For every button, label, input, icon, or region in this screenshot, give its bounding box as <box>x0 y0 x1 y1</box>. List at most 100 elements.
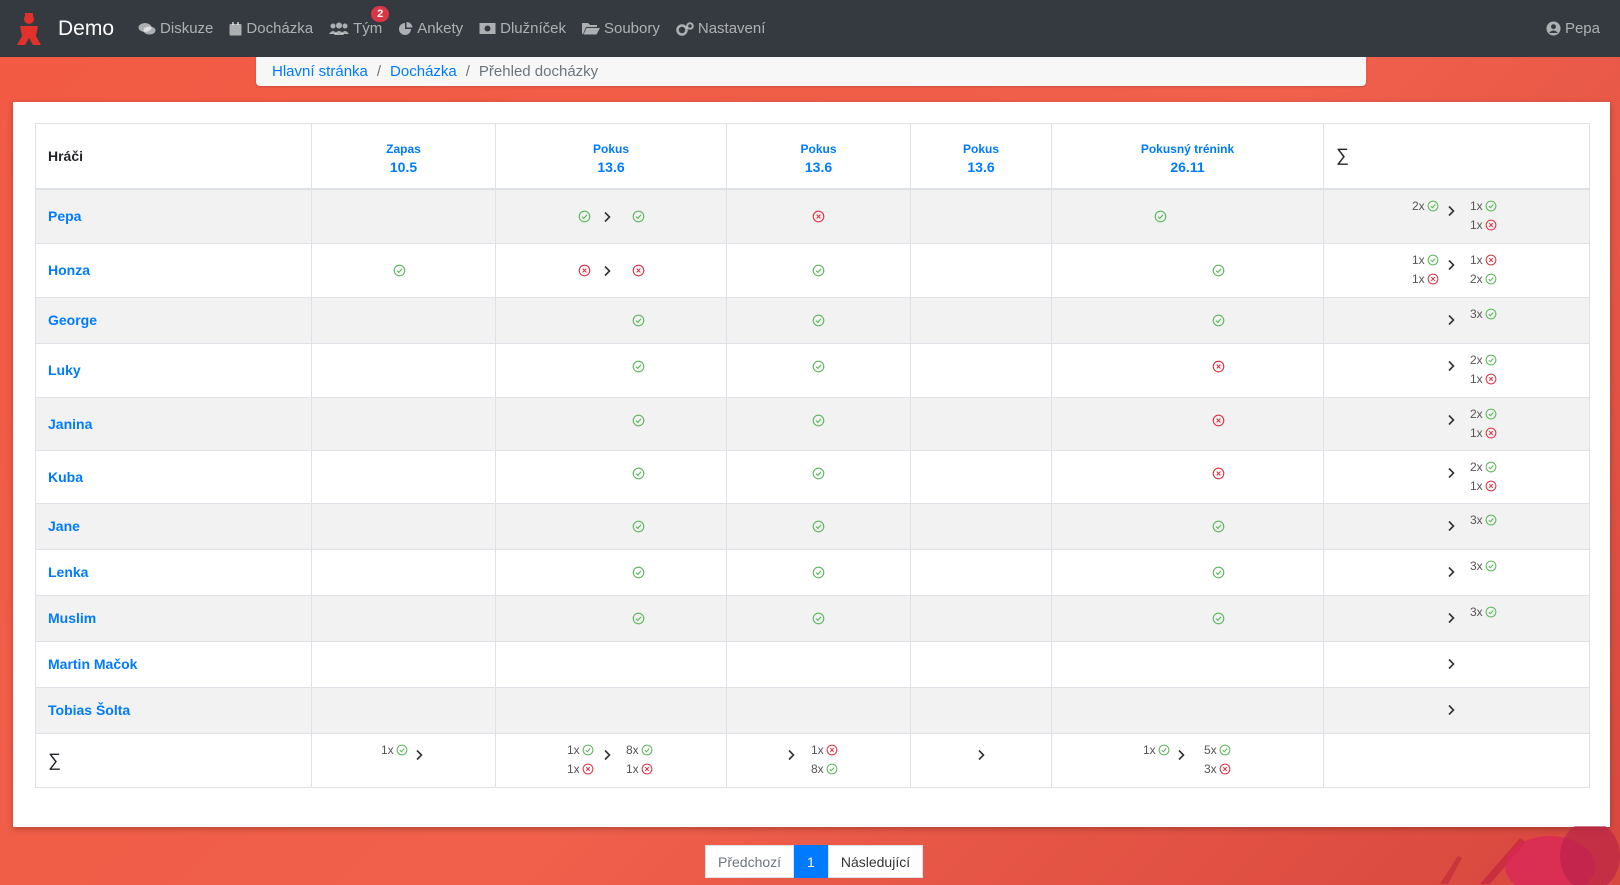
chevron-right-icon[interactable] <box>1446 259 1456 271</box>
nav-diskuze[interactable]: Diskuze <box>138 20 213 37</box>
count-no: 1x <box>1470 479 1497 493</box>
chevron-right-icon[interactable] <box>602 211 612 223</box>
player-link[interactable]: Kuba <box>35 449 312 504</box>
breadcrumb-section-link[interactable]: Docházka <box>390 63 457 80</box>
table-row: Muslim 3x <box>35 594 1590 642</box>
player-link[interactable]: Martin Mačok <box>35 640 312 688</box>
nav-dochazka[interactable]: Docházka <box>229 20 313 37</box>
chevron-right-icon[interactable] <box>1446 467 1456 479</box>
event-name: Zapas <box>386 142 421 157</box>
player-link[interactable]: George <box>35 296 312 344</box>
cell-sum <box>1323 640 1590 688</box>
page-1-button[interactable]: 1 <box>794 845 828 878</box>
cell-pokus <box>726 594 911 642</box>
brand-logo-icon <box>17 12 41 45</box>
chevron-right-icon[interactable] <box>976 749 986 761</box>
chevron-right-icon[interactable] <box>602 265 612 277</box>
times-circle-icon <box>1219 763 1231 775</box>
player-link[interactable]: Lenka <box>35 548 312 596</box>
next-page-button[interactable]: Následující <box>827 845 924 878</box>
event-header[interactable]: Pokusný trénink 26.11 <box>1051 123 1324 190</box>
table-header-row: Hráči Zapas 10.5 Pokus 13.6 Pokus 13.6 Poku… <box>35 123 1590 190</box>
chevron-right-icon[interactable] <box>1446 566 1456 578</box>
times-circle-icon <box>582 763 594 775</box>
cell-zapas <box>311 342 496 398</box>
check-circle-icon <box>1485 354 1497 366</box>
check-circle-icon <box>812 360 825 373</box>
count-ok: 8x <box>626 743 653 757</box>
nav-dluznicek[interactable]: Dlužníček <box>479 20 566 37</box>
player-link[interactable]: Janina <box>35 396 312 451</box>
cell-trenink <box>1051 396 1324 451</box>
cell-pokus <box>726 449 911 504</box>
check-circle-icon <box>1427 254 1439 266</box>
player-link[interactable]: Jane <box>35 502 312 550</box>
table-row: Janina 2x 1x <box>35 396 1590 451</box>
times-circle-icon <box>826 744 838 756</box>
cell-pokus <box>726 640 911 688</box>
chevron-right-icon[interactable] <box>1176 749 1186 761</box>
previous-page-button[interactable]: Předchozí <box>705 845 795 878</box>
attendance-card: Hráči Zapas 10.5 Pokus 13.6 Pokus 13.6 Poku… <box>13 102 1610 827</box>
event-header[interactable]: Pokus 13.6 <box>495 123 727 190</box>
pie-chart-icon <box>399 21 413 35</box>
cell-pokus <box>726 396 911 451</box>
chevron-right-icon[interactable] <box>1446 360 1456 372</box>
sum-row: ∑ 1x 1x 1x 8x 1x 1x 8x 1x 5x 3x <box>35 732 1590 788</box>
check-circle-icon <box>1158 744 1170 756</box>
table-row: Kuba 2x 1x <box>35 449 1590 504</box>
nav-soubory[interactable]: Soubory <box>581 20 660 37</box>
users-icon <box>329 22 350 35</box>
cell-pokus <box>910 396 1052 451</box>
cell-trenink <box>1051 449 1324 504</box>
player-link[interactable]: Pepa <box>35 188 312 244</box>
chevron-right-icon[interactable] <box>1446 414 1456 426</box>
chevron-right-icon[interactable] <box>1446 314 1456 326</box>
breadcrumb-home-link[interactable]: Hlavní stránka <box>272 63 368 80</box>
check-circle-icon <box>582 744 594 756</box>
event-header[interactable]: Pokus 13.6 <box>726 123 911 190</box>
player-link[interactable]: Tobias Šolta <box>35 686 312 734</box>
check-circle-icon <box>641 744 653 756</box>
nav-nastaveni[interactable]: Nastavení <box>676 20 765 37</box>
cell-pokus <box>495 594 727 642</box>
event-header[interactable]: Pokus 13.6 <box>910 123 1052 190</box>
chevron-right-icon[interactable] <box>1446 658 1456 670</box>
cell-trenink <box>1051 342 1324 398</box>
player-link[interactable]: Luky <box>35 342 312 398</box>
event-name: Pokus <box>962 142 999 157</box>
cell-pokus <box>495 548 727 596</box>
nav-tym[interactable]: Tým 2 <box>329 6 390 37</box>
check-circle-icon <box>812 314 825 327</box>
count-no: 1x <box>626 762 653 776</box>
user-menu[interactable]: Pepa <box>1546 0 1600 57</box>
nav-label: Soubory <box>603 20 660 37</box>
chevron-right-icon[interactable] <box>1446 704 1456 716</box>
count-ok: 8x <box>811 762 838 776</box>
chevron-right-icon[interactable] <box>414 749 424 761</box>
cell-pokus <box>910 502 1052 550</box>
times-circle-icon <box>1485 427 1497 439</box>
chevron-right-icon[interactable] <box>1446 205 1456 217</box>
check-circle-icon <box>812 566 825 579</box>
cell-pokus <box>726 686 911 734</box>
player-link[interactable]: Honza <box>35 242 312 298</box>
cell-sum: 3x <box>1323 548 1590 596</box>
event-name: Pokusný trénink <box>1140 142 1235 157</box>
times-circle-icon <box>578 264 591 277</box>
brand-link[interactable]: Demo <box>14 12 114 46</box>
nav-ankety[interactable]: Ankety <box>398 20 463 37</box>
count-ok: 2x <box>1470 460 1497 474</box>
cell-zapas <box>311 242 496 298</box>
player-link[interactable]: Muslim <box>35 594 312 642</box>
user-name: Pepa <box>1564 20 1600 37</box>
chevron-right-icon[interactable] <box>786 749 796 761</box>
check-circle-icon <box>812 467 825 480</box>
chevron-right-icon[interactable] <box>602 749 612 761</box>
event-header[interactable]: Zapas 10.5 <box>311 123 496 190</box>
chevron-right-icon[interactable] <box>1446 520 1456 532</box>
times-circle-icon <box>1212 360 1225 373</box>
chevron-right-icon[interactable] <box>1446 612 1456 624</box>
count-ok: 3x <box>1470 605 1497 619</box>
check-circle-icon <box>632 414 645 427</box>
